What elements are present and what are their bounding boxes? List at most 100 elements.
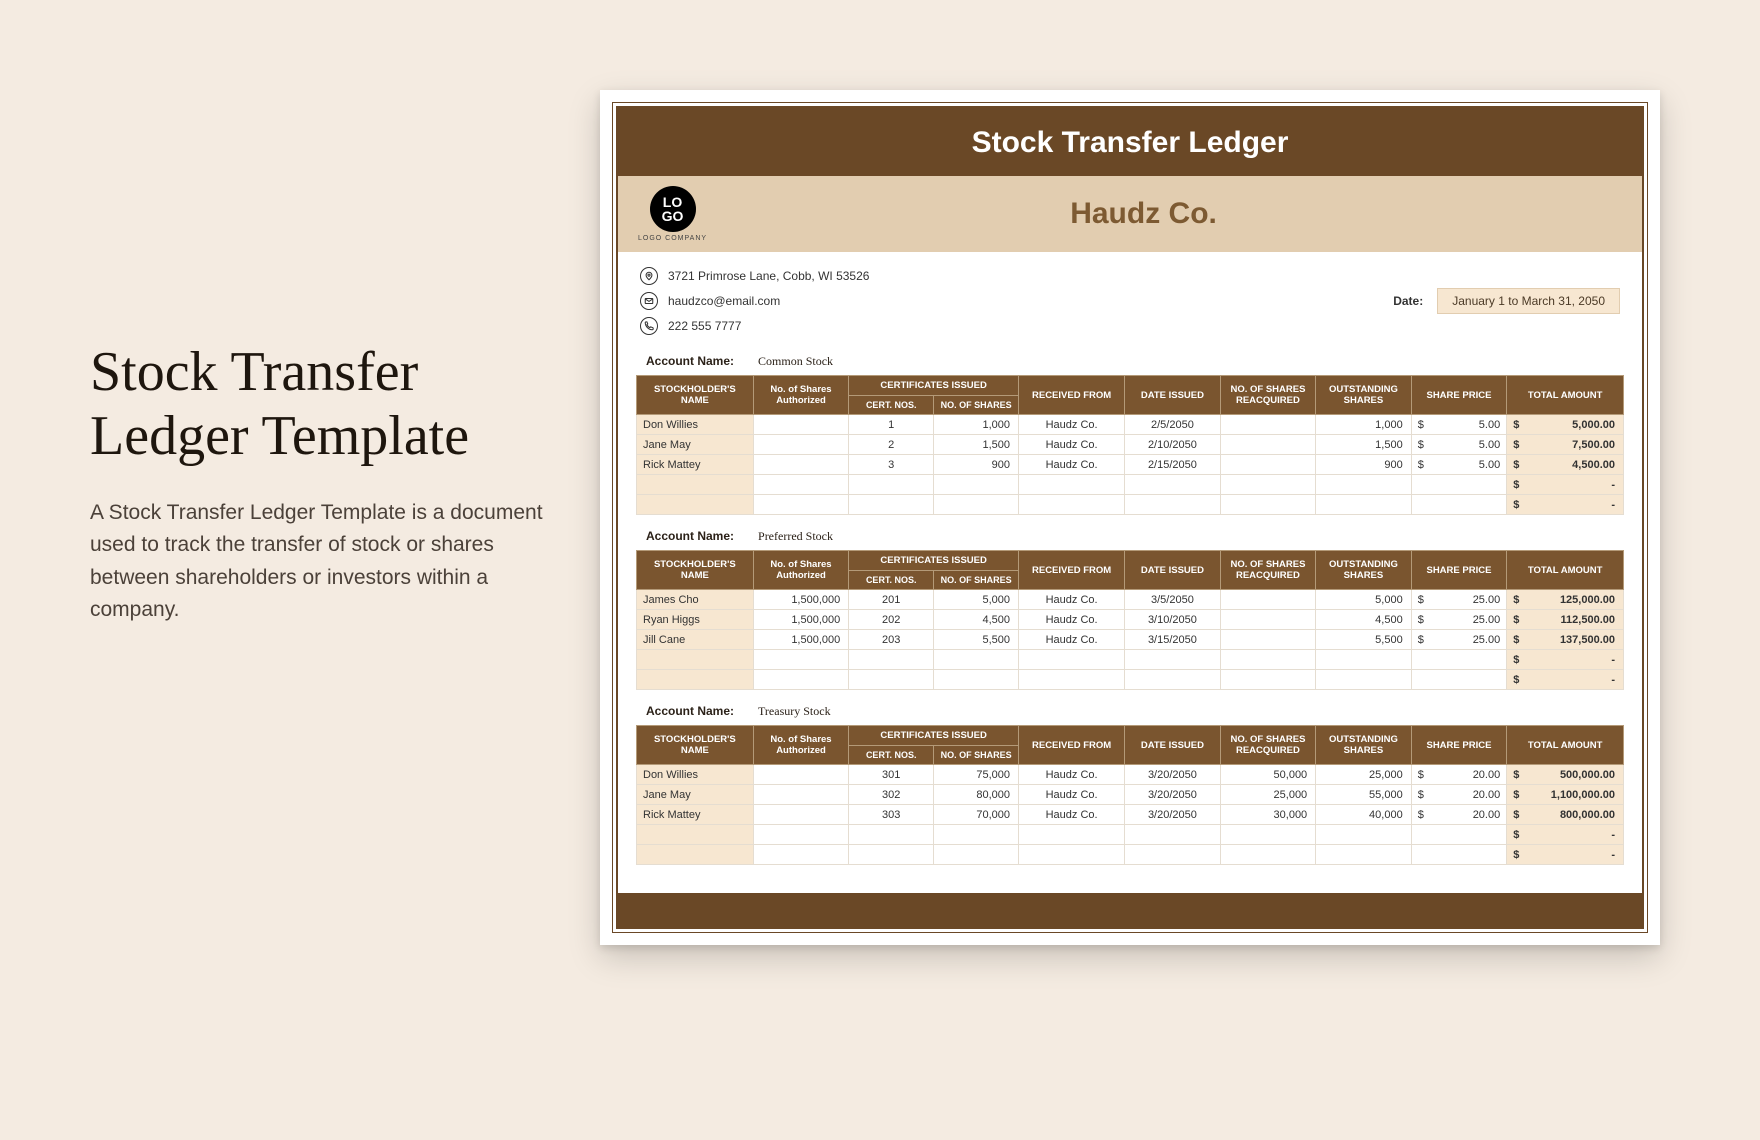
promo-title: Stock Transfer Ledger Template (90, 340, 560, 469)
account-name-label: Account Name: (646, 704, 734, 718)
cell-empty (1220, 475, 1316, 495)
table-row: Rick Mattey3900Haudz Co.2/15/2050900$5.0… (637, 455, 1624, 475)
col-shares-authorized: No. of Shares Authorized (753, 726, 849, 765)
cell-cert-no: 203 (849, 630, 934, 650)
cell-reacquired (1220, 630, 1316, 650)
col-date-issued: DATE ISSUED (1125, 726, 1221, 765)
cell-date-issued: 3/10/2050 (1125, 610, 1221, 630)
cell-empty (1220, 495, 1316, 515)
cell-empty (934, 670, 1019, 690)
canvas: Stock Transfer Ledger Template A Stock T… (0, 0, 1760, 1140)
col-cert-nos: CERT. NOS. (849, 396, 934, 415)
document-frame: Stock Transfer Ledger LO GO LOGO COMPANY… (616, 106, 1644, 929)
account-name-value: Preferred Stock (758, 529, 833, 543)
phone-text: 222 555 7777 (668, 319, 741, 333)
table-row: Jill Cane1,500,0002035,500Haudz Co.3/15/… (637, 630, 1624, 650)
cell-name: Ryan Higgs (637, 610, 754, 630)
cell-total-empty: $- (1507, 475, 1624, 495)
cell-cert-no: 201 (849, 590, 934, 610)
account-header: Account Name:Common Stock (636, 350, 1624, 375)
cell-cert-no: 302 (849, 785, 934, 805)
ledger-table: STOCKHOLDER'S NAMENo. of Shares Authoriz… (636, 550, 1624, 690)
cell-shares: 75,000 (934, 765, 1019, 785)
cell-share-price: $5.00 (1411, 415, 1507, 435)
cell-share-price: $25.00 (1411, 630, 1507, 650)
cell-empty (849, 650, 934, 670)
cell-total: $137,500.00 (1507, 630, 1624, 650)
cell-outstanding: 1,000 (1316, 415, 1412, 435)
promo-description: A Stock Transfer Ledger Template is a do… (90, 497, 560, 627)
cell-reacquired (1220, 435, 1316, 455)
cell-reacquired (1220, 455, 1316, 475)
cell-reacquired: 50,000 (1220, 765, 1316, 785)
cell-empty (1316, 670, 1412, 690)
cell-share-price: $20.00 (1411, 805, 1507, 825)
cell-empty (934, 475, 1019, 495)
cell-name: Rick Mattey (637, 455, 754, 475)
cell-empty (849, 495, 934, 515)
meta-block: 3721 Primrose Lane, Cobb, WI 53526 haudz… (618, 252, 1642, 344)
cell-empty (1316, 475, 1412, 495)
cell-empty (934, 845, 1019, 865)
cell-empty (1411, 670, 1507, 690)
cell-reacquired (1220, 590, 1316, 610)
table-row-empty: $- (637, 670, 1624, 690)
col-date-issued: DATE ISSUED (1125, 376, 1221, 415)
cell-empty (1125, 825, 1221, 845)
table-row-empty: $- (637, 825, 1624, 845)
col-reacquired: NO. OF SHARES REACQUIRED (1220, 726, 1316, 765)
cell-authorized: 1,500,000 (753, 590, 849, 610)
cell-empty (753, 825, 849, 845)
cell-shares: 1,000 (934, 415, 1019, 435)
cell-empty (1125, 670, 1221, 690)
col-received-from: RECEIVED FROM (1019, 376, 1125, 415)
cell-received-from: Haudz Co. (1019, 785, 1125, 805)
cell-total: $125,000.00 (1507, 590, 1624, 610)
cell-total: $7,500.00 (1507, 435, 1624, 455)
cell-empty (1019, 845, 1125, 865)
cell-authorized (753, 435, 849, 455)
cell-empty (1125, 845, 1221, 865)
cell-reacquired: 30,000 (1220, 805, 1316, 825)
cell-cert-no: 3 (849, 455, 934, 475)
table-row-empty: $- (637, 475, 1624, 495)
cell-empty (1316, 495, 1412, 515)
cell-total: $800,000.00 (1507, 805, 1624, 825)
col-certificates-issued: CERTIFICATES ISSUED (849, 551, 1019, 571)
footer-band (618, 893, 1642, 927)
promo-block: Stock Transfer Ledger Template A Stock T… (90, 340, 560, 627)
cell-empty (1316, 845, 1412, 865)
logo-subtext: LOGO COMPANY (638, 235, 707, 242)
title-band: Stock Transfer Ledger (618, 108, 1642, 176)
cell-cert-no: 1 (849, 415, 934, 435)
table-row-empty: $- (637, 495, 1624, 515)
cell-empty (637, 495, 754, 515)
company-name: Haudz Co. (725, 197, 1622, 231)
col-certificates-issued: CERTIFICATES ISSUED (849, 726, 1019, 746)
cell-authorized (753, 455, 849, 475)
logo-text-bot: GO (662, 209, 684, 223)
col-total-amount: TOTAL AMOUNT (1507, 376, 1624, 415)
cell-name: Jane May (637, 785, 754, 805)
col-reacquired: NO. OF SHARES REACQUIRED (1220, 551, 1316, 590)
cell-empty (753, 845, 849, 865)
cell-share-price: $5.00 (1411, 435, 1507, 455)
email-text: haudzco@email.com (668, 294, 780, 308)
cell-empty (934, 650, 1019, 670)
cell-total: $112,500.00 (1507, 610, 1624, 630)
cell-reacquired: 25,000 (1220, 785, 1316, 805)
cell-received-from: Haudz Co. (1019, 590, 1125, 610)
cell-date-issued: 2/5/2050 (1125, 415, 1221, 435)
table-row: Ryan Higgs1,500,0002024,500Haudz Co.3/10… (637, 610, 1624, 630)
cell-empty (1411, 475, 1507, 495)
cell-authorized: 1,500,000 (753, 610, 849, 630)
cell-empty (1220, 845, 1316, 865)
logo-mark-icon: LO GO (650, 186, 696, 232)
cell-outstanding: 900 (1316, 455, 1412, 475)
date-value: January 1 to March 31, 2050 (1437, 288, 1620, 314)
cell-empty (637, 825, 754, 845)
table-row: Don Willies30175,000Haudz Co.3/20/205050… (637, 765, 1624, 785)
cell-empty (753, 495, 849, 515)
cell-empty (753, 650, 849, 670)
cell-reacquired (1220, 415, 1316, 435)
